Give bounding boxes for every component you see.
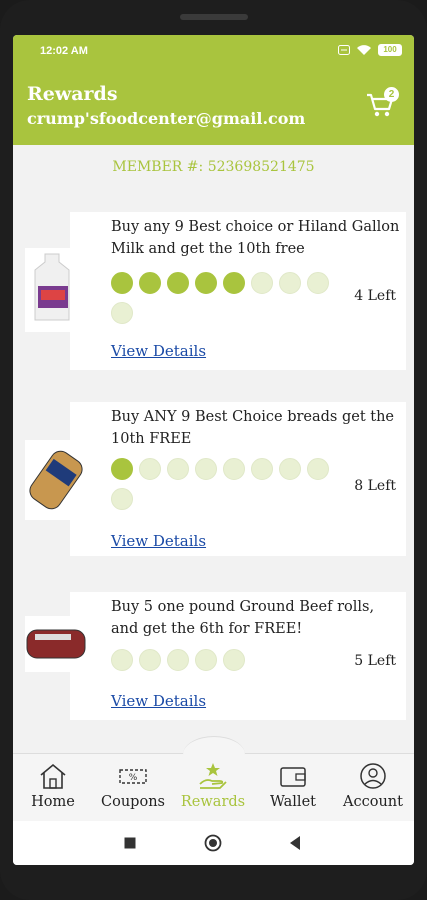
punch-progress (111, 649, 351, 679)
home-nav-icon[interactable] (204, 834, 222, 852)
punch-empty (251, 272, 273, 294)
remaining-count: 5 Left (354, 653, 396, 669)
rewards-icon (199, 763, 227, 789)
tab-wallet[interactable]: Wallet (253, 762, 333, 810)
milk-image (25, 248, 87, 332)
punch-empty (139, 649, 161, 671)
view-details-link[interactable]: View Details (111, 532, 206, 550)
status-bar: 12:02 AM 100 (13, 35, 414, 69)
battery-icon: 100 (378, 44, 402, 56)
ground-beef-image (25, 616, 87, 672)
punch-progress (111, 458, 351, 518)
tab-rewards[interactable]: Rewards (173, 762, 253, 810)
cart-button[interactable]: 2 (365, 87, 399, 123)
punch-empty (139, 458, 161, 480)
punch-progress (111, 272, 351, 332)
punch-empty (195, 649, 217, 671)
phone-frame: 12:02 AM 100 Rewards crump'sfoodcenter@g… (0, 0, 427, 900)
view-details-link[interactable]: View Details (111, 692, 206, 710)
reward-card: Buy 5 one pound Ground Beef rolls, and g… (25, 592, 406, 720)
app-header: Rewards crump'sfoodcenter@gmail.com 2 (13, 69, 414, 145)
cart-count-badge: 2 (384, 87, 399, 102)
page-title: Rewards (27, 83, 118, 105)
coupon-icon: % (119, 769, 147, 784)
recents-icon[interactable] (124, 837, 136, 849)
punch-empty (279, 458, 301, 480)
punch-empty (111, 302, 133, 324)
reward-description: Buy any 9 Best choice or Hiland Gallon M… (111, 219, 400, 257)
tab-label: Wallet (270, 794, 316, 810)
reward-description: Buy 5 one pound Ground Beef rolls, and g… (111, 599, 375, 637)
bread-image (25, 440, 87, 520)
punch-empty (223, 649, 245, 671)
punch-empty (195, 458, 217, 480)
punch-filled (195, 272, 217, 294)
punch-filled (139, 272, 161, 294)
home-icon (40, 763, 66, 789)
remaining-count: 8 Left (354, 478, 396, 494)
punch-empty (307, 458, 329, 480)
back-icon[interactable] (289, 836, 301, 850)
tab-home[interactable]: Home (13, 762, 93, 810)
punch-empty (307, 272, 329, 294)
svg-text:%: % (129, 773, 138, 783)
punch-empty (167, 458, 189, 480)
view-details-link[interactable]: View Details (111, 342, 206, 360)
punch-empty (279, 272, 301, 294)
status-time: 12:02 AM (40, 45, 88, 57)
tab-coupons[interactable]: % Coupons (93, 762, 173, 810)
punch-empty (111, 488, 133, 510)
dnd-icon (338, 45, 350, 55)
tab-label: Account (343, 794, 403, 810)
punch-empty (111, 649, 133, 671)
tab-label: Coupons (101, 794, 165, 810)
punch-filled (223, 272, 245, 294)
reward-description: Buy ANY 9 Best Choice breads get the 10t… (111, 409, 395, 447)
punch-empty (223, 458, 245, 480)
member-number: MEMBER #: 523698521475 (112, 159, 315, 175)
bottom-tab-bar: Home % Coupons Rewards Wallet Account (13, 736, 414, 822)
account-icon (360, 763, 386, 789)
remaining-count: 4 Left (354, 288, 396, 304)
tab-label: Home (31, 794, 75, 810)
reward-card: Buy ANY 9 Best Choice breads get the 10t… (25, 402, 406, 556)
system-nav-bar (13, 821, 414, 865)
wifi-icon (357, 45, 371, 55)
punch-empty (251, 458, 273, 480)
tab-account[interactable]: Account (333, 762, 413, 810)
punch-filled (111, 458, 133, 480)
account-email: crump'sfoodcenter@gmail.com (27, 109, 306, 128)
tab-label: Rewards (180, 794, 246, 810)
wallet-icon (280, 767, 306, 787)
punch-empty (167, 649, 189, 671)
punch-filled (167, 272, 189, 294)
punch-filled (111, 272, 133, 294)
speaker-grille (180, 14, 248, 20)
reward-card: Buy any 9 Best choice or Hiland Gallon M… (25, 212, 406, 370)
screen: 12:02 AM 100 Rewards crump'sfoodcenter@g… (13, 35, 414, 865)
